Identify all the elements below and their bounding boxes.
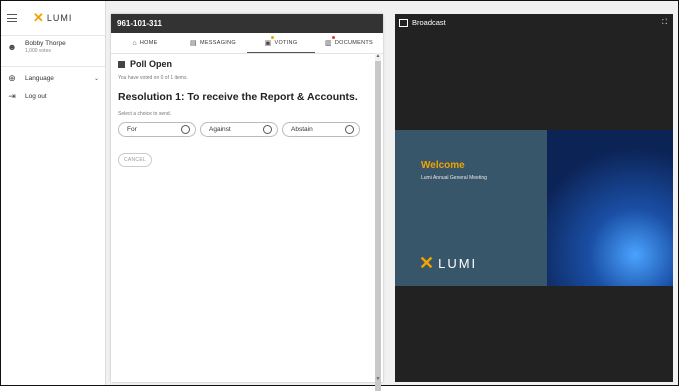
video-logo-text: LUMI [438, 256, 478, 271]
video-title-card: Welcome Lumi Annual General Meeting ✕ LU… [395, 130, 547, 286]
fullscreen-icon[interactable]: ⛶ [662, 19, 667, 27]
logout-label: Log out [25, 92, 47, 100]
video-subtitle: Lumi Annual General Meeting [421, 175, 487, 181]
video-welcome-text: Welcome [421, 160, 465, 171]
voting-content: Poll Open You have voted on 0 of 1 items… [111, 53, 373, 382]
radio-icon[interactable] [181, 125, 190, 134]
app-frame: ✕ LUMI ☻ Bobby Thorpe 1,000 votes ⊕ Lang… [0, 0, 679, 391]
resolution-title: Resolution 1: To receive the Report & Ac… [118, 91, 358, 103]
sidebar-item-language[interactable]: ⊕ Language ⌄ [1, 69, 105, 87]
broadcast-header: Broadcast ⛶ [395, 14, 673, 31]
cast-icon [399, 18, 408, 27]
user-profile: ☻ Bobby Thorpe 1,000 votes [1, 36, 105, 67]
voting-icon: ▣ [264, 39, 272, 47]
voted-status: You have voted on 0 of 1 items. [118, 75, 188, 81]
tab-bar: ⌂ HOME ▤ MESSAGING ▣ VOTING ▥ DOCUMENTS [111, 33, 383, 54]
choice-group: For Against Abstain [118, 122, 366, 137]
choice-against-label: Against [209, 126, 231, 133]
choice-abstain-label: Abstain [291, 126, 313, 133]
lumi-x-icon: ✕ [33, 10, 44, 25]
tab-voting-label: VOTING [274, 39, 298, 46]
tab-home-label: HOME [139, 40, 158, 46]
sidebar-header: ✕ LUMI [1, 1, 105, 36]
broadcast-video[interactable]: Welcome Lumi Annual General Meeting ✕ LU… [395, 130, 673, 286]
radio-icon[interactable] [263, 125, 272, 134]
logout-icon: ⇥ [8, 91, 16, 101]
documents-icon: ▥ [324, 40, 332, 47]
documents-notification-dot [332, 36, 335, 39]
user-votes: 1,000 votes [25, 48, 51, 54]
scrollbar-thumb[interactable] [375, 61, 381, 391]
tab-home[interactable]: ⌂ HOME [111, 33, 179, 53]
choice-for[interactable]: For [118, 122, 196, 137]
lumi-logo-text: LUMI [46, 13, 73, 23]
scrollbar[interactable]: ▲ ▼ [375, 53, 381, 391]
meeting-panel: 961-101-311 ⌂ HOME ▤ MESSAGING ▣ VOTING … [111, 14, 383, 391]
tab-voting[interactable]: ▣ VOTING [247, 33, 315, 53]
chevron-down-icon: ⌄ [93, 75, 99, 82]
video-lumi-logo: ✕ LUMI [419, 253, 477, 274]
voting-notification-dot [271, 36, 274, 39]
user-name: Bobby Thorpe [25, 40, 66, 47]
video-network-image [547, 130, 673, 286]
scroll-up-icon[interactable]: ▲ [375, 53, 381, 59]
user-icon: ☻ [7, 42, 17, 52]
home-icon: ⌂ [132, 39, 137, 47]
language-label: Language [25, 74, 54, 82]
poll-title: Poll Open [118, 59, 366, 69]
broadcast-panel: Broadcast ⛶ Welcome Lumi Annual General … [395, 14, 673, 382]
lumi-logo: ✕ LUMI [33, 10, 72, 26]
tab-messaging-label: MESSAGING [199, 40, 236, 46]
select-hint: Select a choice to send. [118, 111, 172, 117]
tab-messaging[interactable]: ▤ MESSAGING [179, 33, 247, 53]
poll-title-text: Poll Open [130, 59, 173, 69]
lumi-x-icon: ✕ [419, 253, 435, 273]
menu-icon[interactable] [7, 14, 17, 22]
choice-for-label: For [127, 126, 137, 133]
tab-documents[interactable]: ▥ DOCUMENTS [315, 33, 383, 53]
sidebar: ✕ LUMI ☻ Bobby Thorpe 1,000 votes ⊕ Lang… [1, 1, 106, 385]
choice-against[interactable]: Against [200, 122, 278, 137]
messaging-icon: ▤ [190, 40, 197, 47]
tab-documents-label: DOCUMENTS [334, 40, 374, 46]
radio-icon[interactable] [345, 125, 354, 134]
scroll-down-icon[interactable]: ▼ [375, 376, 381, 382]
meeting-id: 961-101-311 [111, 14, 383, 33]
globe-icon: ⊕ [8, 73, 16, 83]
broadcast-title: Broadcast [412, 18, 446, 27]
cancel-button[interactable]: CANCEL [118, 153, 152, 167]
sidebar-item-logout[interactable]: ⇥ Log out [1, 87, 105, 105]
choice-abstain[interactable]: Abstain [282, 122, 360, 137]
poll-icon [118, 60, 125, 68]
